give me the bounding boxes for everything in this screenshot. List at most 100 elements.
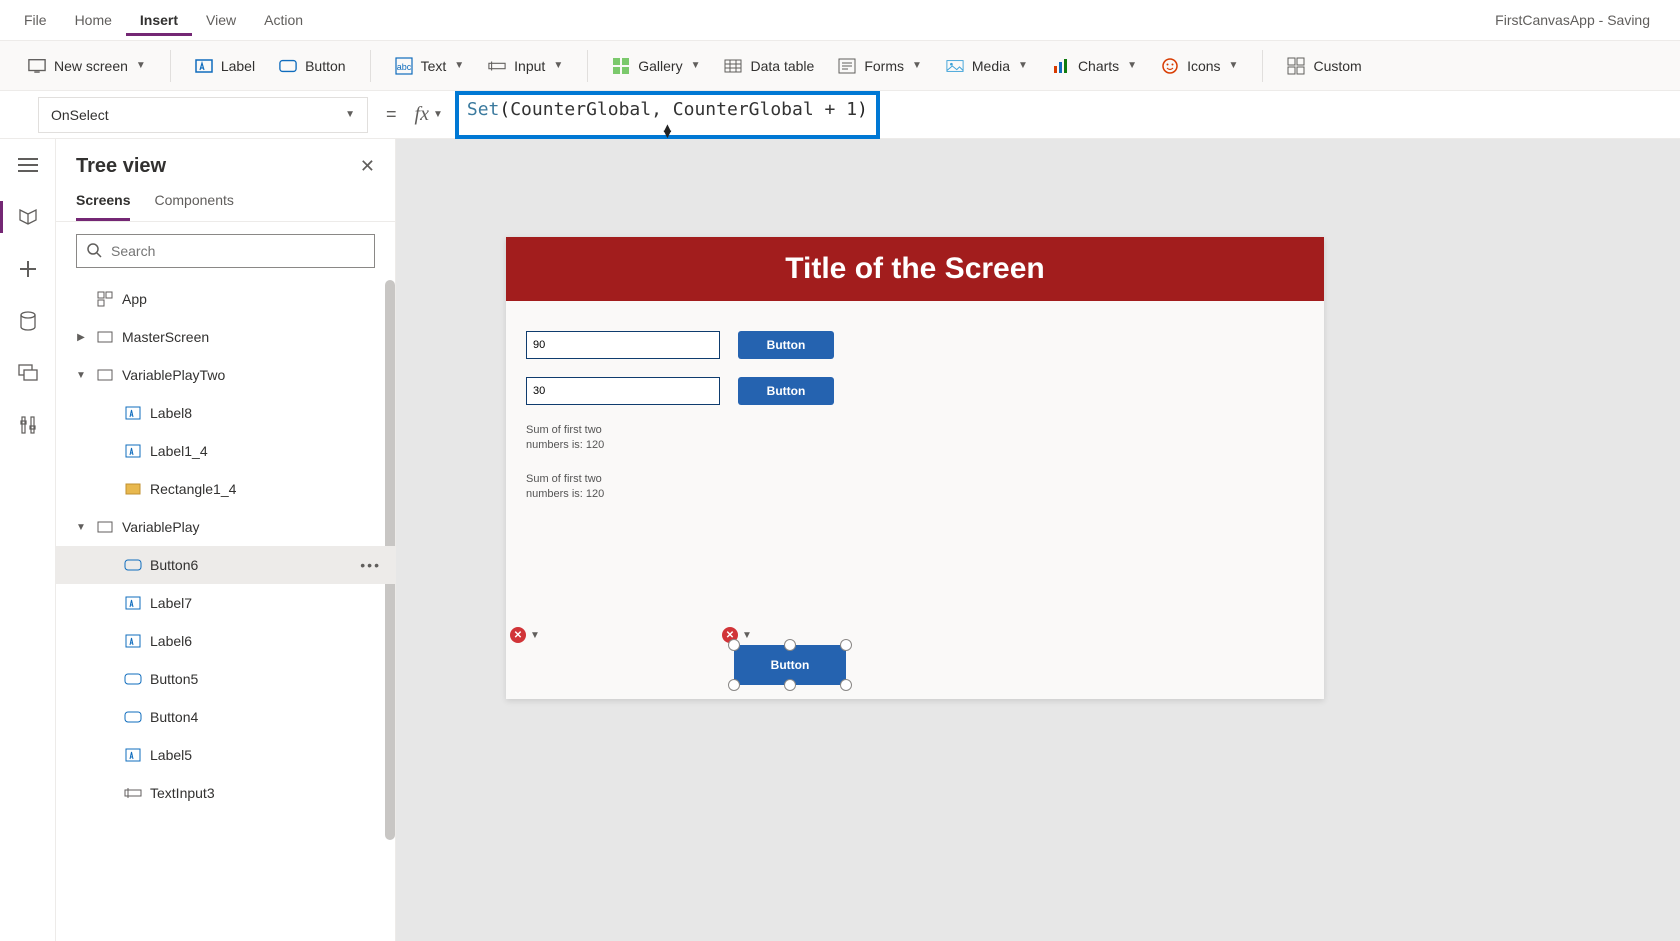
formula-token-close: ) [857, 99, 868, 120]
tree-view-title: Tree view [76, 155, 166, 178]
tree-item-variableplaytwo[interactable]: ▼ VariablePlayTwo [56, 356, 395, 394]
insert-input-label: Input [514, 58, 545, 74]
insert-custom-button[interactable]: Custom [1275, 51, 1373, 81]
formula-input[interactable]: Set(CounterGlobal, CounterGlobal + 1) [467, 99, 868, 120]
tree-item-app[interactable]: App [56, 280, 395, 318]
canvas-textinput-2[interactable] [526, 377, 720, 405]
tree-item-label: VariablePlayTwo [122, 367, 225, 383]
resize-handle-tc[interactable] [784, 639, 796, 651]
menu-home[interactable]: Home [61, 4, 126, 36]
menu-action[interactable]: Action [250, 4, 317, 36]
resize-handle-bc[interactable] [784, 679, 796, 691]
search-icon [86, 242, 102, 258]
chevron-down-icon: ▼ [691, 60, 701, 71]
insert-forms-button[interactable]: Forms ▼ [826, 51, 934, 81]
formula-token-op: + [814, 99, 847, 120]
new-screen-button[interactable]: New screen ▼ [16, 51, 158, 81]
tree-item-button4[interactable]: Button4 [56, 698, 395, 736]
insert-rail-button[interactable] [16, 257, 40, 281]
tree-item-button5[interactable]: Button5 [56, 660, 395, 698]
canvas-sum-label-2[interactable]: Sum of first two numbers is: 120 [526, 472, 616, 503]
tab-components[interactable]: Components [154, 186, 233, 221]
collapse-icon[interactable]: ▼ [74, 370, 88, 381]
canvas-button-1[interactable]: Button [738, 331, 834, 359]
tree-item-label7[interactable]: Label7 [56, 584, 395, 622]
resize-handle-tl[interactable] [728, 639, 740, 651]
property-dropdown[interactable]: OnSelect ▼ [38, 97, 368, 133]
insert-datatable-button[interactable]: Data table [712, 51, 826, 81]
search-input[interactable] [76, 234, 375, 268]
insert-media-button[interactable]: Media ▼ [934, 51, 1040, 81]
tree-item-textinput3[interactable]: TextInput3 [56, 774, 395, 812]
tree-item-label: TextInput3 [150, 785, 215, 801]
resize-handle-tr[interactable] [840, 639, 852, 651]
tree-item-label5[interactable]: Label5 [56, 736, 395, 774]
expand-icon[interactable]: ▶ [74, 332, 88, 343]
insert-input-button[interactable]: Input ▼ [476, 51, 575, 81]
canvas-textinput-1[interactable] [526, 331, 720, 359]
tree-list[interactable]: App ▶ MasterScreen ▼ VariablePlayTwo Lab… [56, 280, 395, 941]
menu-bar: File Home Insert View Action FirstCanvas… [0, 0, 1680, 41]
tree-view-rail-button[interactable] [16, 205, 40, 229]
tab-screens[interactable]: Screens [76, 186, 130, 221]
chevron-down-icon: ▼ [1018, 60, 1028, 71]
menu-file[interactable]: File [10, 4, 61, 36]
resize-handle-br[interactable] [840, 679, 852, 691]
insert-text-button[interactable]: abc Text ▼ [383, 51, 477, 81]
menu-view[interactable]: View [192, 4, 250, 36]
hamburger-button[interactable] [16, 153, 40, 177]
tree-item-label8[interactable]: Label8 [56, 394, 395, 432]
tree-item-label1-4[interactable]: Label1_4 [56, 432, 395, 470]
insert-gallery-label: Gallery [638, 58, 682, 74]
more-button[interactable]: ••• [360, 557, 381, 573]
screen-preview[interactable]: Title of the Screen Button Button Sum of… [506, 237, 1324, 699]
tools-rail-button[interactable] [16, 413, 40, 437]
equals-sign: = [380, 104, 403, 125]
formula-token-arg2: CounterGlobal [673, 99, 814, 120]
button-icon [124, 708, 142, 726]
button-icon [279, 57, 297, 75]
formula-bar: OnSelect ▼ = fx▼ Set(CounterGlobal, Coun… [0, 91, 1680, 139]
insert-label-button[interactable]: Label [183, 51, 267, 81]
collapse-icon[interactable]: ▼ [74, 522, 88, 533]
tree-item-rectangle1-4[interactable]: Rectangle1_4 [56, 470, 395, 508]
tree-item-masterscreen[interactable]: ▶ MasterScreen [56, 318, 395, 356]
selected-control[interactable]: Button [734, 645, 846, 685]
new-screen-label: New screen [54, 58, 128, 74]
resize-handle-bl[interactable] [728, 679, 740, 691]
canvas-button-2[interactable]: Button [738, 377, 834, 405]
insert-button-button[interactable]: Button [267, 51, 357, 81]
tree-item-label: App [122, 291, 147, 307]
menu-insert[interactable]: Insert [126, 4, 192, 36]
media-rail-button[interactable] [16, 361, 40, 385]
insert-text-label: Text [421, 58, 447, 74]
tree-item-label6[interactable]: Label6 [56, 622, 395, 660]
tree-item-label: MasterScreen [122, 329, 209, 345]
screen-title-bar[interactable]: Title of the Screen [506, 237, 1324, 301]
close-panel-button[interactable]: ✕ [360, 156, 375, 177]
tree-item-variableplay[interactable]: ▼ VariablePlay [56, 508, 395, 546]
tree-view-panel: Tree view ✕ Screens Components App ▶ [56, 139, 396, 941]
error-indicator-1[interactable]: ✕ ▼ [510, 627, 540, 643]
fx-button[interactable]: fx▼ [415, 103, 443, 126]
media-icon [946, 57, 964, 75]
table-icon [724, 57, 742, 75]
app-icon [96, 290, 114, 308]
insert-gallery-button[interactable]: Gallery ▼ [600, 51, 712, 81]
left-rail [0, 139, 56, 941]
chevron-down-icon: ▼ [1229, 60, 1239, 71]
insert-charts-button[interactable]: Charts ▼ [1040, 51, 1149, 81]
canvas-sum-label-1[interactable]: Sum of first two numbers is: 120 [526, 423, 616, 454]
insert-media-label: Media [972, 58, 1010, 74]
custom-icon [1287, 57, 1305, 75]
button-icon [124, 670, 142, 688]
label-icon [124, 746, 142, 764]
canvas-area[interactable]: Title of the Screen Button Button Sum of… [396, 139, 1680, 941]
resize-handle-icon[interactable]: ▲▼ [661, 125, 674, 137]
insert-icons-button[interactable]: Icons ▼ [1149, 51, 1250, 81]
tree-item-label: VariablePlay [122, 519, 200, 535]
tree-item-button6[interactable]: Button6 ••• [56, 546, 395, 584]
data-rail-button[interactable] [16, 309, 40, 333]
tree-item-label: Label8 [150, 405, 192, 421]
property-name: OnSelect [51, 107, 109, 123]
